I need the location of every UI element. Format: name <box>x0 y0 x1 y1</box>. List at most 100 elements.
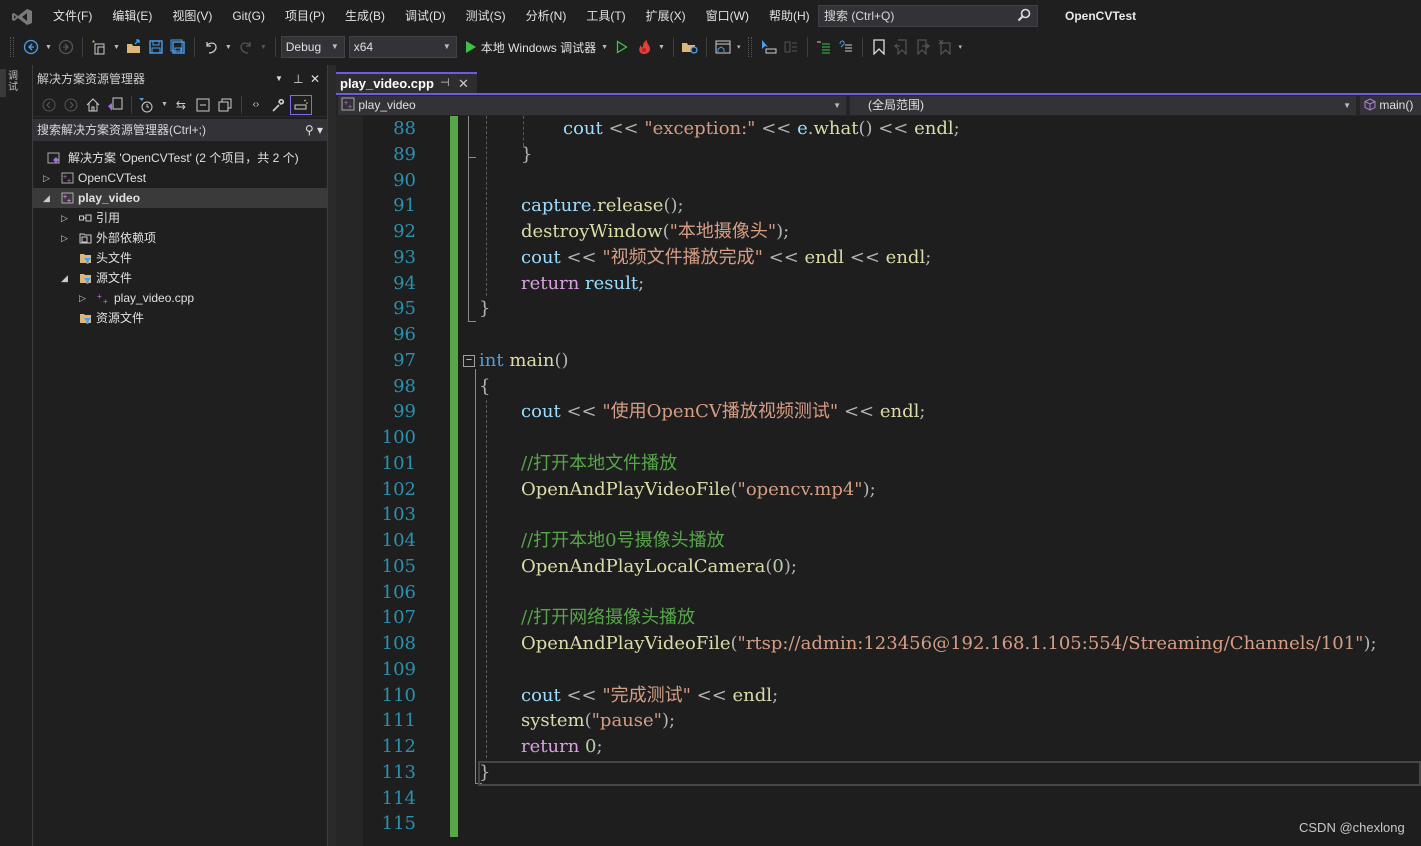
menu-item[interactable]: 视图(V) <box>162 0 222 33</box>
comment-lines-button[interactable] <box>815 36 833 58</box>
start-debugging-button[interactable]: 本地 Windows 调试器 <box>465 36 596 58</box>
code-line[interactable]: return 0; <box>521 734 603 760</box>
toolbar-grip[interactable] <box>747 37 752 57</box>
close-panel-icon[interactable]: ✕ <box>310 65 320 93</box>
configuration-select[interactable]: Debug ▼ <box>280 36 345 58</box>
code-line[interactable]: { <box>479 374 490 400</box>
find-in-files-button[interactable] <box>681 36 699 58</box>
collapsed-chevron-icon[interactable]: ▷ <box>61 208 68 228</box>
overflow-icon[interactable]: ▾ <box>959 43 963 51</box>
show-all-files-button[interactable] <box>215 95 235 115</box>
chevron-down-icon[interactable]: ▼ <box>601 44 608 51</box>
menu-item[interactable]: Git(G) <box>222 0 275 33</box>
scope-dropdown[interactable]: (全局范围) ▼ <box>850 96 1356 115</box>
tree-item[interactable]: ◢ + + play_video <box>33 188 327 208</box>
code-line[interactable]: OpenAndPlayVideoFile("rtsp://admin:12345… <box>521 631 1377 657</box>
menu-item[interactable]: 窗口(W) <box>696 0 759 33</box>
chevron-down-icon[interactable]: ▼ <box>161 101 168 108</box>
properties-button[interactable] <box>268 95 288 115</box>
collapse-all-button[interactable] <box>193 95 213 115</box>
menu-item[interactable]: 文件(F) <box>43 0 102 33</box>
tree-item[interactable]: ▷ 外部依赖项 <box>33 228 327 248</box>
code-line[interactable]: OpenAndPlayLocalCamera(0); <box>521 554 797 580</box>
collapsed-chevron-icon[interactable]: ▷ <box>43 168 50 188</box>
code-line[interactable]: cout << "视频文件播放完成" << endl << endl; <box>521 245 931 271</box>
new-project-button[interactable]: * <box>90 36 108 58</box>
menu-item[interactable]: 编辑(E) <box>102 0 162 33</box>
expanded-chevron-icon[interactable]: ◢ <box>43 188 50 208</box>
undo-button[interactable] <box>202 36 220 58</box>
view-code-button[interactable]: ‹› <box>246 95 266 115</box>
forward-button[interactable] <box>61 95 81 115</box>
chevron-down-icon[interactable]: ▼ <box>225 44 232 51</box>
code-line[interactable]: } <box>521 142 532 168</box>
step-into-button[interactable] <box>760 36 778 58</box>
chevron-down-icon[interactable]: ▼ <box>45 44 52 51</box>
collapsed-chevron-icon[interactable]: ▷ <box>79 288 86 308</box>
menu-item[interactable]: 测试(S) <box>456 0 516 33</box>
code-line[interactable]: cout << "完成测试" << endl; <box>521 683 778 709</box>
menu-item[interactable]: 扩展(X) <box>636 0 696 33</box>
debug-tool-tab[interactable]: 调试 <box>8 71 24 93</box>
pending-changes-filter-button[interactable] <box>136 95 156 115</box>
menu-item[interactable]: 工具(T) <box>576 0 635 33</box>
indicator-margin[interactable] <box>336 116 363 846</box>
panel-splitter[interactable] <box>328 65 336 846</box>
open-file-button[interactable] <box>125 36 143 58</box>
pin-tab-icon[interactable]: ⊣ <box>440 74 450 93</box>
code-line[interactable]: cout << "exception:" << e.what() << endl… <box>563 116 960 142</box>
code-line[interactable]: cout << "使用OpenCV播放视频测试" << endl; <box>521 399 925 425</box>
pin-icon[interactable]: ⊥ <box>293 65 303 93</box>
chevron-down-icon[interactable]: ▼ <box>658 44 665 51</box>
member-dropdown[interactable]: main() <box>1360 96 1421 115</box>
code-editor[interactable]: − 88 cout << "exception:" << e.what() << … <box>336 116 1421 846</box>
collapsed-chevron-icon[interactable]: ▷ <box>61 228 68 248</box>
code-line[interactable]: //打开网络摄像头播放 <box>521 605 695 631</box>
code-line[interactable]: capture.release(); <box>521 193 684 219</box>
chevron-down-icon[interactable]: ▼ <box>260 44 267 51</box>
clear-bookmarks-button[interactable] <box>936 36 954 58</box>
overflow-icon[interactable]: ▾ <box>737 43 741 51</box>
toolbar-grip[interactable] <box>10 37 14 57</box>
uncomment-lines-button[interactable] <box>837 36 855 58</box>
switch-views-button[interactable] <box>105 95 125 115</box>
global-search-input[interactable]: 搜索 (Ctrl+Q) <box>818 5 1038 27</box>
save-button[interactable] <box>147 36 165 58</box>
tab-play-video-cpp[interactable]: play_video.cpp ⊣ ✕ <box>336 72 477 94</box>
sync-active-document-button[interactable]: ⇆ <box>171 95 191 115</box>
redo-button[interactable] <box>237 36 255 58</box>
back-button[interactable] <box>39 95 59 115</box>
expanded-chevron-icon[interactable]: ◢ <box>61 268 68 288</box>
tree-item[interactable]: ▷ + + OpenCVTest <box>33 168 327 188</box>
close-tab-icon[interactable]: ✕ <box>458 74 469 93</box>
panel-menu-chevron-icon[interactable]: ▼ <box>275 65 283 93</box>
tree-item[interactable]: 资源文件 <box>33 308 327 328</box>
previous-bookmark-button[interactable] <box>892 36 910 58</box>
menu-item[interactable]: 生成(B) <box>335 0 395 33</box>
hot-reload-button[interactable] <box>635 36 653 58</box>
tree-item[interactable]: 头文件 <box>33 248 327 268</box>
menu-item[interactable]: 项目(P) <box>275 0 335 33</box>
save-all-button[interactable] <box>169 36 187 58</box>
home-button[interactable] <box>83 95 103 115</box>
chevron-down-icon[interactable]: ▼ <box>113 44 120 51</box>
code-line[interactable]: destroyWindow("本地摄像头"); <box>521 219 789 245</box>
code-line[interactable]: OpenAndPlayVideoFile("opencv.mp4"); <box>521 477 876 503</box>
window-layout-button[interactable] <box>714 36 732 58</box>
tree-item[interactable]: ▷ + + play_video.cpp <box>33 288 327 308</box>
menu-item[interactable]: 调试(D) <box>395 0 456 33</box>
code-line[interactable]: } <box>479 760 490 786</box>
code-line[interactable]: //打开本地文件播放 <box>521 451 677 477</box>
project-dropdown[interactable]: + + play_video ▼ <box>338 96 846 115</box>
collapse-toggle-icon[interactable]: − <box>463 355 475 367</box>
navigate-forward-button[interactable] <box>57 36 75 58</box>
start-without-debugging-button[interactable] <box>613 36 631 58</box>
code-line[interactable]: } <box>479 296 490 322</box>
platform-select[interactable]: x64 ▼ <box>348 36 457 58</box>
show-next-statement-button[interactable] <box>782 36 800 58</box>
next-bookmark-button[interactable] <box>914 36 932 58</box>
tree-item[interactable]: ◢ 源文件 <box>33 268 327 288</box>
code-line[interactable]: int main() <box>479 348 569 374</box>
code-line[interactable]: system("pause"); <box>521 708 675 734</box>
menu-item[interactable]: 帮助(H) <box>759 0 820 33</box>
